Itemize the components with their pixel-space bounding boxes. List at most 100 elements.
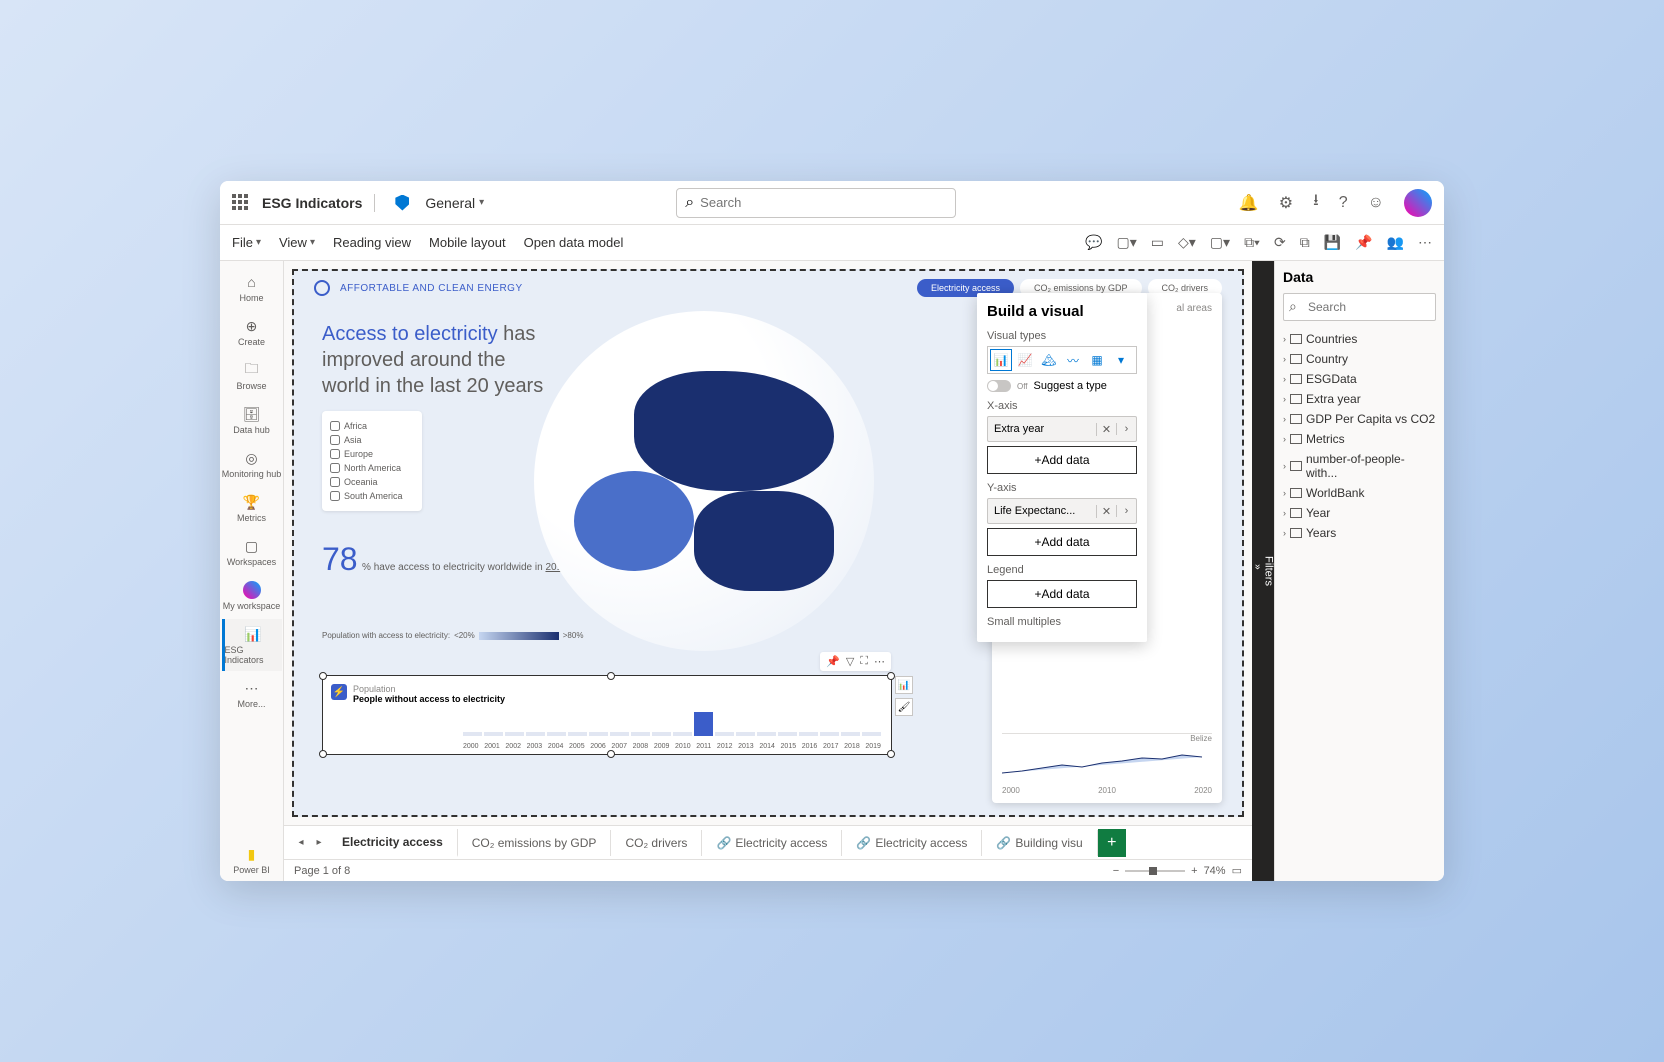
- vtype-table-icon[interactable]: ▦: [1086, 349, 1108, 371]
- checkbox[interactable]: [330, 491, 340, 501]
- table-item[interactable]: ›Year: [1283, 503, 1436, 523]
- vtype-area-icon[interactable]: 🏔: [1038, 349, 1060, 371]
- download-icon[interactable]: ⭳: [1313, 189, 1319, 216]
- resize-handle[interactable]: [887, 672, 895, 680]
- tab-2[interactable]: CO₂ emissions by GDP: [458, 830, 612, 856]
- globe-map[interactable]: [534, 311, 874, 651]
- vtype-line-icon[interactable]: 📈: [1014, 349, 1036, 371]
- focus-icon[interactable]: ⛶: [860, 655, 868, 668]
- table-item[interactable]: ›WorldBank: [1283, 483, 1436, 503]
- more-icon[interactable]: ⋯: [1418, 234, 1432, 251]
- region-item[interactable]: South America: [330, 489, 414, 503]
- zoom-out-button[interactable]: −: [1113, 865, 1119, 877]
- chevron-right-icon[interactable]: ›: [1283, 434, 1286, 444]
- resize-handle[interactable]: [607, 750, 615, 758]
- chevron-right-icon[interactable]: ›: [1283, 334, 1286, 344]
- filter-icon[interactable]: ▽: [846, 655, 854, 668]
- notifications-icon[interactable]: 🔔: [1239, 193, 1259, 213]
- file-menu[interactable]: File▾: [232, 235, 261, 250]
- region-item[interactable]: Africa: [330, 419, 414, 433]
- zoom-in-button[interactable]: +: [1191, 865, 1197, 877]
- bar[interactable]: [778, 732, 797, 736]
- yaxis-field[interactable]: Life Expectanc...✕›: [987, 498, 1137, 524]
- vtype-area2-icon[interactable]: 〰: [1062, 349, 1084, 371]
- format-icon[interactable]: 🖌: [895, 698, 913, 716]
- settings-icon[interactable]: ⚙: [1279, 193, 1293, 213]
- region-item[interactable]: North America: [330, 461, 414, 475]
- bar[interactable]: [862, 732, 881, 736]
- filters-rail[interactable]: « Filters: [1252, 261, 1274, 881]
- layout-icon[interactable]: ▢▾: [1117, 234, 1137, 251]
- tab-prev-icon[interactable]: ◂: [292, 837, 310, 848]
- bar[interactable]: [673, 732, 692, 736]
- nav-monitoring[interactable]: ◎Monitoring hub: [222, 443, 282, 485]
- nav-workspaces[interactable]: ▢Workspaces: [222, 531, 282, 573]
- legend-add-data-button[interactable]: +Add data: [987, 580, 1137, 608]
- table-item[interactable]: ›number-of-people-with...: [1283, 449, 1436, 483]
- bar[interactable]: [547, 732, 566, 736]
- tab-1[interactable]: Electricity access: [328, 829, 458, 857]
- table-item[interactable]: ›GDP Per Capita vs CO2: [1283, 409, 1436, 429]
- remove-icon[interactable]: ✕: [1096, 505, 1116, 518]
- copy-icon[interactable]: ⧉▾: [1244, 234, 1260, 251]
- fit-page-icon[interactable]: ▭: [1232, 864, 1242, 877]
- region-item[interactable]: Oceania: [330, 475, 414, 489]
- chevron-right-icon[interactable]: ›: [1116, 505, 1136, 517]
- yaxis-add-data-button[interactable]: +Add data: [987, 528, 1137, 556]
- fields-icon[interactable]: 📊: [895, 676, 913, 694]
- table-item[interactable]: ›Countries: [1283, 329, 1436, 349]
- filters-label[interactable]: Filters: [1263, 556, 1275, 586]
- resize-handle[interactable]: [607, 672, 615, 680]
- user-avatar[interactable]: [1404, 189, 1432, 217]
- view-menu[interactable]: View▾: [279, 235, 315, 250]
- shapes-icon[interactable]: ◇▾: [1178, 234, 1196, 251]
- pin-icon[interactable]: 📌: [1355, 234, 1372, 251]
- bar[interactable]: [526, 732, 545, 736]
- chevron-right-icon[interactable]: ›: [1283, 354, 1286, 364]
- bar[interactable]: [757, 732, 776, 736]
- chevron-right-icon[interactable]: ›: [1283, 488, 1286, 498]
- checkbox[interactable]: [330, 477, 340, 487]
- region-item[interactable]: Asia: [330, 433, 414, 447]
- table-item[interactable]: ›Metrics: [1283, 429, 1436, 449]
- nav-more[interactable]: ⋯More...: [222, 673, 282, 715]
- mobile-layout-button[interactable]: Mobile layout: [429, 235, 506, 250]
- bar[interactable]: [715, 732, 734, 736]
- table-item[interactable]: ›Years: [1283, 523, 1436, 543]
- nav-metrics[interactable]: 🏆Metrics: [222, 487, 282, 529]
- bar[interactable]: [841, 732, 860, 736]
- bar[interactable]: [694, 712, 713, 736]
- tab-5[interactable]: 🔗Electricity access: [842, 830, 982, 856]
- nav-home[interactable]: ⌂Home: [222, 267, 282, 309]
- help-icon[interactable]: ?: [1339, 194, 1348, 212]
- text-box-icon[interactable]: ▭: [1151, 234, 1164, 251]
- add-page-button[interactable]: +: [1098, 829, 1126, 857]
- reading-view-button[interactable]: Reading view: [333, 235, 411, 250]
- table-item[interactable]: ›Extra year: [1283, 389, 1436, 409]
- vtype-column-icon[interactable]: 📊: [990, 349, 1012, 371]
- zoom-slider[interactable]: [1125, 870, 1185, 872]
- chevron-right-icon[interactable]: ›: [1283, 414, 1286, 424]
- bar[interactable]: [610, 732, 629, 736]
- sensitivity-dropdown[interactable]: General▾: [425, 195, 484, 211]
- nav-create[interactable]: ⊕Create: [222, 311, 282, 353]
- resize-handle[interactable]: [887, 750, 895, 758]
- search-box[interactable]: ⌕: [676, 188, 956, 218]
- table-item[interactable]: ›ESGData: [1283, 369, 1436, 389]
- nav-esg-indicators[interactable]: 📊ESG Indicators: [222, 619, 282, 671]
- table-item[interactable]: ›Country: [1283, 349, 1436, 369]
- chevron-right-icon[interactable]: ›: [1283, 394, 1286, 404]
- bar[interactable]: [463, 732, 482, 736]
- checkbox[interactable]: [330, 449, 340, 459]
- nav-powerbi[interactable]: ▮Power BI: [222, 839, 282, 881]
- chevron-right-icon[interactable]: ›: [1283, 374, 1286, 384]
- refresh-icon[interactable]: ⟳: [1274, 234, 1286, 251]
- buttons-icon[interactable]: ▢▾: [1210, 234, 1230, 251]
- chevron-right-icon[interactable]: ›: [1283, 528, 1286, 538]
- bar[interactable]: [799, 732, 818, 736]
- bar-chart[interactable]: [463, 696, 881, 736]
- vtype-more-icon[interactable]: ▾: [1110, 349, 1132, 371]
- bar[interactable]: [505, 732, 524, 736]
- bar[interactable]: [652, 732, 671, 736]
- bar[interactable]: [736, 732, 755, 736]
